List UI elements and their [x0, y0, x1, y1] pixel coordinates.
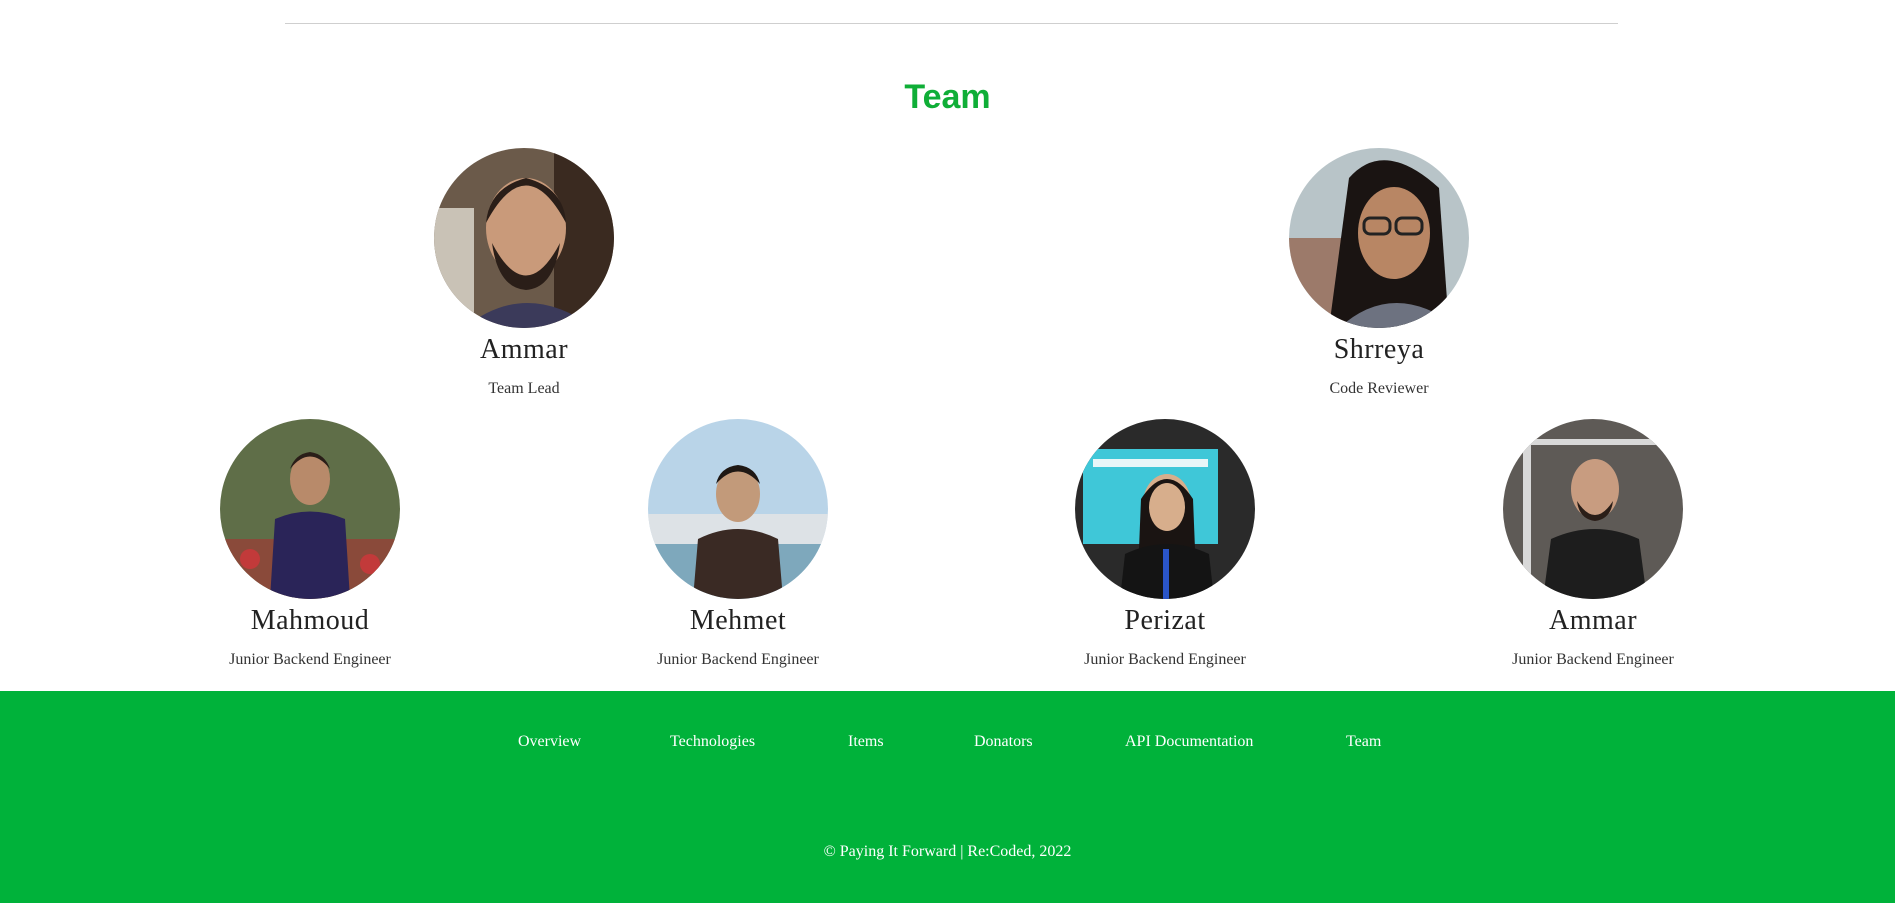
member-name: Perizat [1124, 605, 1206, 636]
member-photo [434, 148, 614, 328]
member-photo [1289, 148, 1469, 328]
member-role: Junior Backend Engineer [1084, 651, 1246, 668]
team-member-card: Ammar Team Lead [364, 148, 684, 398]
team-page: Team Ammar Team Lead Shrreya Code Review… [0, 0, 1895, 903]
member-name: Ammar [479, 334, 569, 365]
member-photo [220, 419, 400, 599]
member-name: Ammar [1548, 605, 1638, 636]
footer-link-api-documentation[interactable]: API Documentation [1125, 733, 1253, 751]
member-role: Junior Backend Engineer [229, 651, 391, 668]
footer-link-donators[interactable]: Donators [974, 733, 1033, 751]
member-role: Team Lead [488, 380, 560, 397]
member-name: Shrreya [1333, 334, 1425, 365]
member-photo [648, 419, 828, 599]
footer-link-overview[interactable]: Overview [518, 733, 581, 751]
team-member-card: Shrreya Code Reviewer [1219, 148, 1539, 398]
member-name: Mahmoud [250, 605, 370, 636]
team-member-card: Perizat Junior Backend Engineer [1005, 419, 1325, 669]
member-photo [1075, 419, 1255, 599]
member-role: Junior Backend Engineer [1512, 651, 1674, 668]
copyright-text: © Paying It Forward | Re:Coded, 2022 [823, 843, 1072, 860]
team-section-title: Team [904, 78, 991, 116]
footer-link-technologies[interactable]: Technologies [670, 733, 755, 751]
footer-nav: Overview Technologies Items Donators API… [0, 733, 1895, 757]
team-member-card: Ammar Junior Backend Engineer [1433, 419, 1753, 669]
member-name: Mehmet [689, 605, 787, 636]
team-member-card: Mehmet Junior Backend Engineer [578, 419, 898, 669]
member-role: Junior Backend Engineer [657, 651, 819, 668]
footer-link-team[interactable]: Team [1346, 733, 1381, 751]
team-member-card: Mahmoud Junior Backend Engineer [150, 419, 470, 669]
member-photo [1503, 419, 1683, 599]
member-role: Code Reviewer [1329, 380, 1429, 397]
section-divider [285, 23, 1618, 24]
site-footer: Overview Technologies Items Donators API… [0, 691, 1895, 903]
footer-link-items[interactable]: Items [848, 733, 884, 751]
